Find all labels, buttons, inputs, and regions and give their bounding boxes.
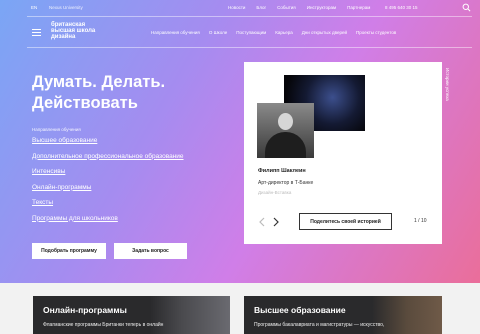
logo[interactable]: британская высшая школа дизайна bbox=[51, 22, 95, 40]
online-programs-tile[interactable]: Онлайн-программы Флагманские программы Б… bbox=[33, 296, 230, 334]
carousel-pager: 1 / 10 bbox=[414, 218, 427, 224]
headline-line-1: Думать. Делать. bbox=[32, 73, 166, 91]
share-story-button[interactable]: Поделитесь своей историей bbox=[299, 213, 392, 230]
directions-list: Высшее образование Дополнительное профес… bbox=[32, 137, 184, 230]
university-link[interactable]: Nexus University bbox=[49, 5, 83, 10]
hero-headline: Думать. Делать. Действовать bbox=[32, 72, 165, 114]
story-person-course: Дизайн-Вставка bbox=[258, 190, 292, 195]
hero-section: EN Nexus University Новости Блог События… bbox=[0, 0, 480, 283]
main-nav: Направления обучения О Школе Поступающим… bbox=[151, 30, 396, 35]
top-link-news[interactable]: Новости bbox=[228, 5, 245, 10]
logo-line-3: дизайна bbox=[51, 34, 76, 40]
tile-description: Программы бакалавриата и магистратуры — … bbox=[254, 322, 385, 328]
phone-number[interactable]: 8 495 640 30 15 bbox=[385, 5, 418, 10]
ask-question-button[interactable]: Задать вопрос bbox=[114, 243, 187, 259]
tile-title: Онлайн-программы bbox=[43, 305, 127, 315]
direction-link-intensives[interactable]: Интенсивы bbox=[32, 168, 184, 184]
success-story-card: Филипп Шаклеин Арт-директор в Т-Банке Ди… bbox=[244, 62, 442, 244]
next-arrow-icon[interactable] bbox=[273, 217, 279, 227]
nav-applicants[interactable]: Поступающим bbox=[236, 30, 266, 35]
headline-line-2: Действовать bbox=[32, 94, 138, 112]
story-person-role: Арт-директор в Т-Банке bbox=[258, 180, 314, 186]
top-link-instructors[interactable]: Инструкторам bbox=[307, 5, 336, 10]
nav-open-days[interactable]: Дни открытых дверей bbox=[302, 30, 347, 35]
direction-link-schoolchildren[interactable]: Программы для школьников bbox=[32, 215, 184, 231]
story-person-name: Филипп Шаклеин bbox=[258, 168, 306, 174]
nav-student-projects[interactable]: Проекты студентов bbox=[356, 30, 396, 35]
prev-arrow-icon[interactable] bbox=[259, 217, 265, 227]
tile-description: Флагманские программы Британки теперь в … bbox=[43, 322, 164, 328]
tile-photo bbox=[372, 296, 442, 334]
menu-icon[interactable] bbox=[32, 29, 41, 36]
top-link-blog[interactable]: Блог bbox=[256, 5, 266, 10]
divider bbox=[27, 47, 472, 48]
higher-education-tile[interactable]: Высшее образование Программы бакалавриат… bbox=[244, 296, 442, 334]
nav-career[interactable]: Карьера bbox=[275, 30, 292, 35]
top-link-partners[interactable]: Партнерам bbox=[347, 5, 370, 10]
top-links: Новости Блог События Инструкторам Партне… bbox=[228, 5, 370, 10]
tile-photo bbox=[150, 296, 230, 334]
pick-program-button[interactable]: Подобрать программу bbox=[32, 243, 106, 259]
nav-about[interactable]: О Школе bbox=[209, 30, 227, 35]
language-switch[interactable]: EN bbox=[31, 5, 37, 10]
direction-link-texts[interactable]: Тексты bbox=[32, 199, 184, 215]
main-navbar: британская высшая школа дизайна Направле… bbox=[0, 17, 480, 47]
search-icon[interactable] bbox=[462, 3, 471, 12]
carousel-arrows bbox=[259, 217, 279, 227]
direction-link-professional-education[interactable]: Дополнительное профессиональное образова… bbox=[32, 153, 184, 169]
top-bar: EN Nexus University Новости Блог События… bbox=[0, 0, 480, 16]
direction-link-online[interactable]: Онлайн-программы bbox=[32, 184, 184, 200]
tile-title: Высшее образование bbox=[254, 305, 346, 315]
success-stories-label: Истории успеха bbox=[445, 68, 450, 101]
top-link-events[interactable]: События bbox=[277, 5, 296, 10]
direction-link-higher-education[interactable]: Высшее образование bbox=[32, 137, 184, 153]
nav-directions[interactable]: Направления обучения bbox=[151, 30, 200, 35]
story-portrait bbox=[257, 103, 314, 158]
directions-label: Направления обучения bbox=[32, 127, 81, 132]
